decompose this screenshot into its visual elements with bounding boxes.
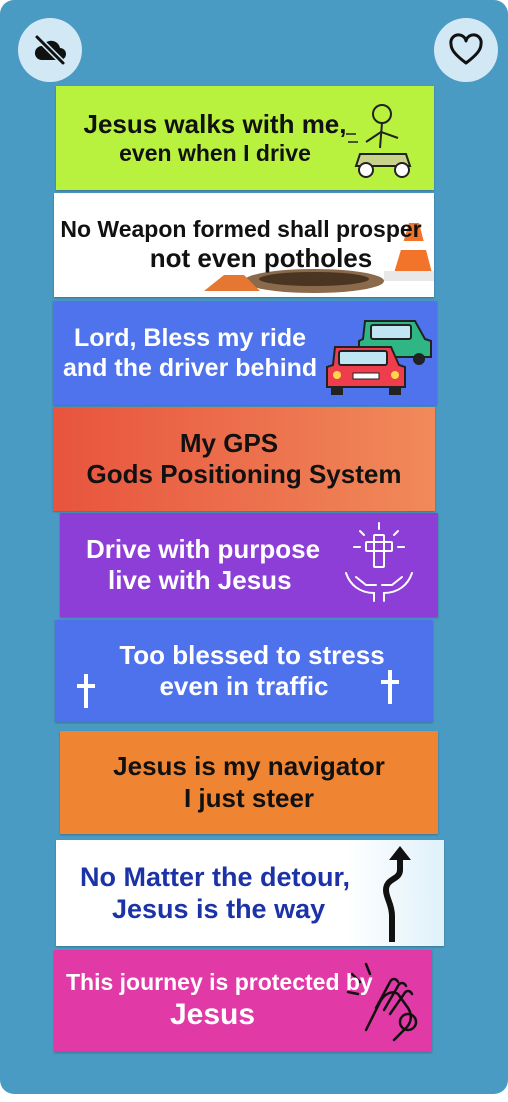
sticker-jesus-walks-with-me[interactable]: Jesus walks with me, even when I drive [56,86,434,190]
sticker-line-1: This journey is protected by [66,969,373,996]
sticker-sheet-card: Jesus walks with me, even when I drive N… [0,0,508,1094]
sticker-journey-protected[interactable]: This journey is protected by Jesus [54,950,432,1052]
sticker-line-1: Drive with purpose [86,533,321,564]
heart-outline-icon [449,33,483,65]
sticker-line-2: even when I drive [119,139,311,166]
sticker-jesus-is-my-navigator[interactable]: Jesus is my navigator I just steer [60,731,438,834]
two-cars-icon [326,320,432,395]
sticker-no-matter-the-detour[interactable]: No Matter the detour, Jesus is the way [56,840,444,946]
cross-icon [77,674,95,708]
hide-button[interactable] [18,18,82,82]
hands-holding-cross-icon [345,522,413,602]
sticker-line-2: Jesus is the way [112,894,326,924]
sticker-line-1: My GPS [179,427,279,458]
sticker-line-1: No Weapon formed shall prosper [60,215,422,242]
sticker-no-weapon[interactable]: No Weapon formed shall prosper not even … [54,193,434,297]
sticker-line-1: Jesus walks with me, [83,108,347,139]
stick-figure-driving-car-icon [346,104,412,178]
sticker-line-2: and the driver behind [63,354,318,382]
sticker-line-2: not even potholes [149,243,373,274]
sticker-line-2: even in traffic [159,671,329,701]
sticker-too-blessed[interactable]: Too blessed to stress even in traffic [55,620,433,722]
sticker-line-1: No Matter the detour, [80,861,351,892]
winding-road-arrow-icon [383,846,411,942]
sticker-line-2: I just steer [183,782,315,813]
sticker-line-1: Lord, Bless my ride [74,324,307,352]
sticker-line-1: Jesus is my navigator [113,751,385,782]
sticker-line-2: live with Jesus [108,565,292,595]
sticker-line-1: Too blessed to stress [119,639,385,670]
favorite-button[interactable] [434,18,498,82]
sticker-line-2: Gods Positioning System [86,459,402,489]
sticker-my-gps[interactable]: My GPS Gods Positioning System [53,407,435,511]
cross-icon [381,670,399,704]
sticker-line-2: Jesus [170,997,256,1031]
sticker-bless-my-ride[interactable]: Lord, Bless my ride and the driver behin… [53,301,437,405]
sticker-drive-with-purpose[interactable]: Drive with purpose live with Jesus [60,513,438,617]
eye-slash-cloud-icon [34,34,66,66]
